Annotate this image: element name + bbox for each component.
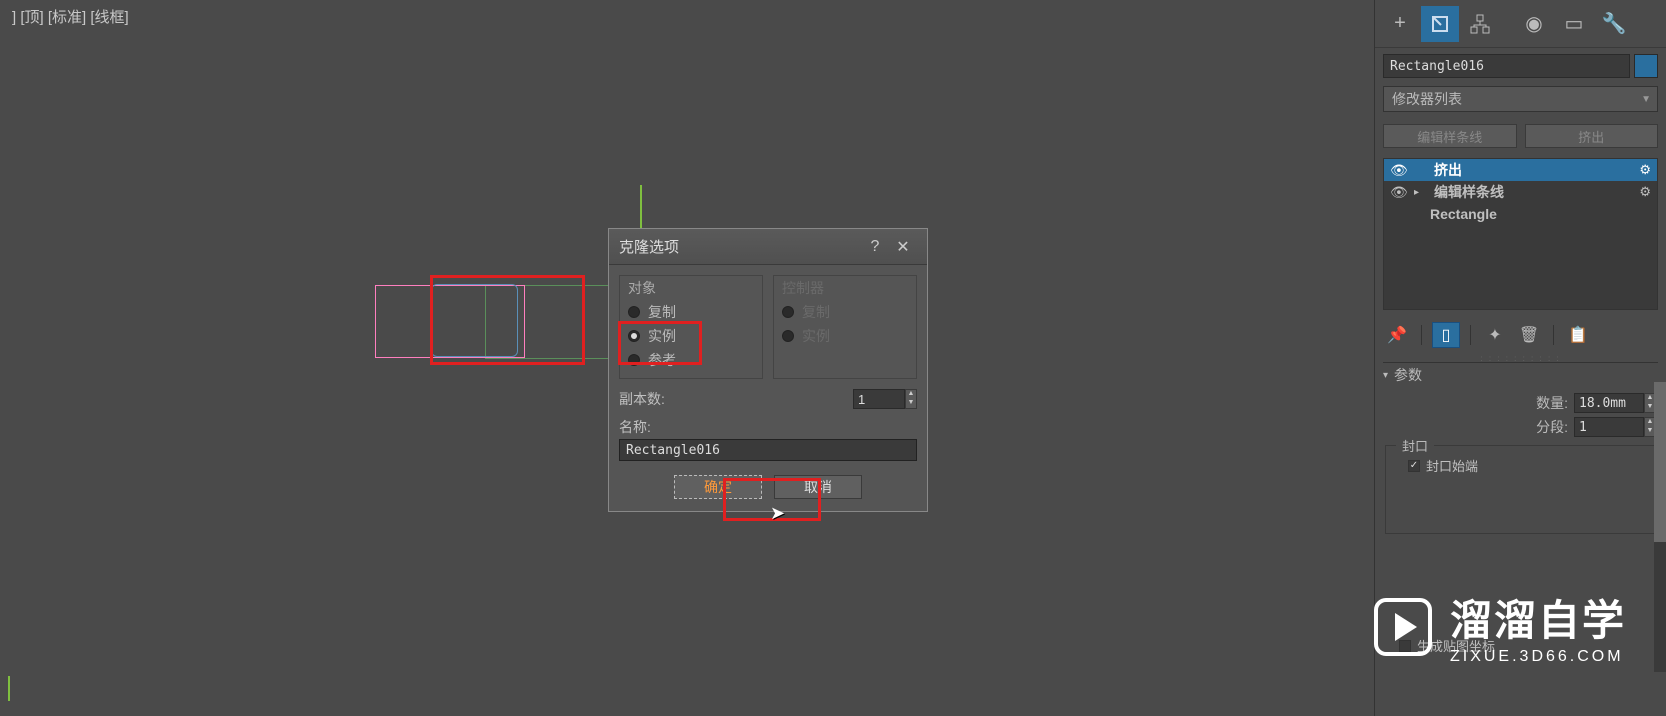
eye-icon[interactable]: 👁 (1390, 162, 1406, 179)
quick-edit-spline-button[interactable]: 编辑样条线 (1383, 124, 1517, 148)
stack-tools: 📌 ▯ ✦ 🗑 📋 (1383, 322, 1658, 348)
clone-options-dialog: 克隆选项 ? ✕ 对象 复制 实例 参考 控制器 复制 实例 副本数: ▲▼ 名… (608, 228, 928, 512)
command-panel: + ◉ ▭ 🔧 修改器列表 ▼ 编辑样条线 挤出 👁 挤出 ⚙ 👁▸ 编辑样条线… (1374, 0, 1666, 716)
display-tab-icon[interactable]: ▭ (1555, 6, 1593, 42)
copies-spinner[interactable]: ▲▼ (853, 389, 917, 409)
quick-extrude-button[interactable]: 挤出 (1525, 124, 1659, 148)
cap-start-row[interactable]: 封口始端 (1392, 454, 1649, 477)
amount-label: 数量: (1536, 393, 1568, 413)
object-group: 对象 复制 实例 参考 (619, 275, 763, 379)
segments-spinner[interactable]: ▲▼ (1574, 417, 1656, 437)
ctrl-radio-instance: 实例 (782, 324, 908, 348)
create-tab-icon[interactable]: + (1381, 6, 1419, 42)
eye-icon[interactable]: 👁 (1390, 184, 1406, 201)
dialog-title: 克隆选项 (619, 236, 861, 257)
ok-button[interactable]: 确定 (674, 475, 762, 499)
pin-stack-icon[interactable]: 📌 (1383, 322, 1411, 348)
panel-drag-handle[interactable]: : : : : : : : : : : (1375, 354, 1666, 362)
checkbox-icon[interactable] (1408, 460, 1420, 472)
gear-icon[interactable]: ⚙ (1639, 162, 1651, 178)
modifier-list-label: 修改器列表 (1392, 89, 1462, 109)
ctrl-radio-copy: 复制 (782, 300, 908, 324)
stack-item-extrude[interactable]: 👁 挤出 ⚙ (1384, 159, 1657, 181)
configure-sets-icon[interactable]: 📋 (1564, 322, 1592, 348)
gen-uv-row[interactable]: 生成贴图坐标 (1383, 634, 1658, 657)
rollout-header[interactable]: ▾参数 (1383, 363, 1658, 387)
help-icon[interactable]: ? (861, 238, 889, 256)
gear-icon[interactable]: ⚙ (1639, 184, 1651, 200)
controller-legend: 控制器 (782, 278, 908, 298)
stack-item-edit-spline[interactable]: 👁▸ 编辑样条线 ⚙ (1384, 181, 1657, 203)
object-name-input[interactable] (1383, 54, 1630, 78)
object-color-swatch[interactable] (1634, 54, 1658, 78)
expand-icon[interactable]: ▸ (1414, 187, 1426, 198)
object-legend: 对象 (628, 278, 754, 298)
cap-fieldset: 封口 封口始端 (1385, 445, 1656, 534)
modifier-stack[interactable]: 👁 挤出 ⚙ 👁▸ 编辑样条线 ⚙ Rectangle (1383, 158, 1658, 310)
controller-group: 控制器 复制 实例 (773, 275, 917, 379)
axis-gizmo-corner (8, 661, 48, 701)
radio-instance[interactable]: 实例 (628, 324, 754, 348)
name-input[interactable] (619, 439, 917, 461)
chevron-down-icon: ▾ (1383, 370, 1388, 381)
modify-tab-icon[interactable] (1421, 6, 1459, 42)
motion-tab-icon[interactable]: ◉ (1515, 6, 1553, 42)
amount-spinner[interactable]: ▲▼ (1574, 393, 1656, 413)
copies-label: 副本数: (619, 389, 843, 409)
panel-scrollbar[interactable] (1654, 382, 1666, 672)
delete-modifier-icon[interactable]: 🗑 (1515, 322, 1543, 348)
radio-reference[interactable]: 参考 (628, 348, 754, 372)
segments-input[interactable] (1574, 417, 1644, 437)
utilities-tab-icon[interactable]: 🔧 (1595, 6, 1633, 42)
parameters-rollout: ▾参数 数量: ▲▼ 分段: ▲▼ 封口 封口始端 生成贴图坐标 (1383, 362, 1658, 657)
make-unique-icon[interactable]: ✦ (1481, 322, 1509, 348)
hierarchy-tab-icon[interactable] (1461, 6, 1499, 42)
copies-input[interactable] (853, 389, 905, 409)
dialog-titlebar[interactable]: 克隆选项 ? ✕ (609, 229, 927, 265)
scrollbar-thumb[interactable] (1654, 382, 1666, 542)
viewport-label[interactable]: ] [顶] [标准] [线框] (12, 6, 129, 27)
modifier-list-dropdown[interactable]: 修改器列表 ▼ (1383, 86, 1658, 112)
chevron-down-icon: ▼ (1641, 94, 1651, 105)
segments-label: 分段: (1536, 417, 1568, 437)
cancel-button[interactable]: 取消 (774, 475, 862, 499)
amount-input[interactable] (1574, 393, 1644, 413)
stack-item-base[interactable]: Rectangle (1384, 203, 1657, 225)
checkbox-icon[interactable] (1399, 640, 1411, 652)
cap-legend: 封口 (1396, 436, 1434, 455)
show-end-result-icon[interactable]: ▯ (1432, 322, 1460, 348)
name-label: 名称: (619, 417, 917, 437)
close-icon[interactable]: ✕ (889, 237, 917, 257)
radio-copy[interactable]: 复制 (628, 300, 754, 324)
panel-tabs: + ◉ ▭ 🔧 (1375, 0, 1666, 48)
